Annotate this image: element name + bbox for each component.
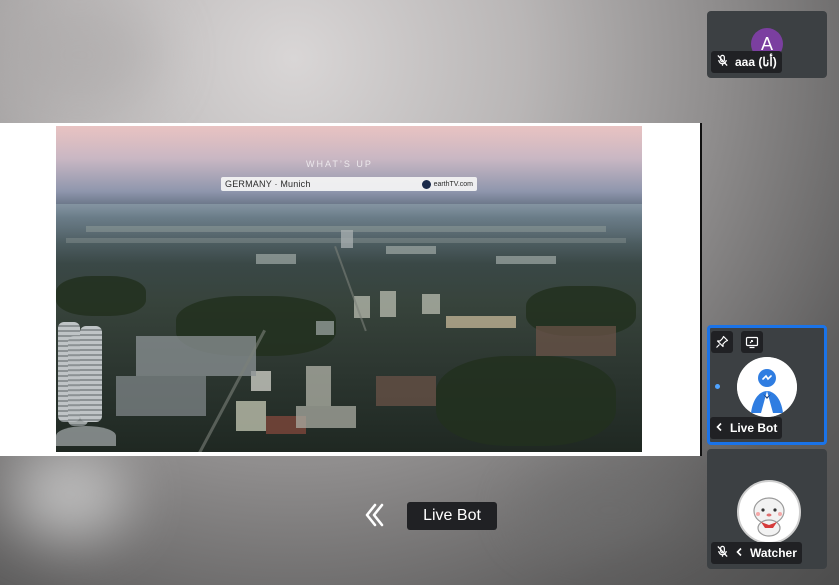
building [116, 376, 206, 416]
building [316, 321, 334, 335]
participant-name-chip: Live Bot [710, 417, 783, 439]
participant-name: Watcher [750, 546, 797, 560]
building [296, 406, 356, 428]
building [446, 316, 516, 328]
location-label: GERMANY · Munich [225, 179, 311, 189]
background-glow [10, 450, 130, 540]
background-glow [0, 0, 160, 110]
participant-name-chip: aaa (أنا) [711, 51, 782, 73]
city-video-frame: WHAT’S UP GERMANY · Munich earthTV.com [56, 126, 642, 452]
museum-bowl [56, 426, 116, 446]
rooftops [376, 376, 436, 406]
building [256, 254, 296, 264]
earth-logo-icon [421, 179, 431, 189]
video-watermark: WHAT’S UP [306, 159, 373, 169]
active-speaker-label: Live Bot [407, 502, 497, 530]
cartoon-avatar-icon [741, 484, 797, 540]
rooftops [536, 326, 616, 356]
participant-tile-watcher[interactable]: Watcher [707, 449, 827, 569]
tower-building [68, 336, 88, 426]
trees [56, 276, 146, 316]
background-glow [520, 470, 700, 550]
participant-tile-live-bot[interactable]: Live Bot [707, 325, 827, 445]
shared-screen[interactable]: WHAT’S UP GERMANY · Munich earthTV.com [0, 123, 702, 456]
building [496, 256, 556, 264]
present-to-all-button[interactable] [741, 331, 763, 353]
mic-off-icon [716, 545, 729, 561]
building [306, 366, 331, 406]
participant-name: Live Bot [730, 421, 778, 435]
building [386, 246, 436, 254]
collapse-chevron-icon[interactable] [361, 500, 387, 530]
building [380, 291, 396, 317]
participant-name-chip: Watcher [711, 542, 802, 564]
chevron-left-icon[interactable] [735, 546, 744, 560]
mic-off-icon [716, 54, 729, 70]
pin-icon [716, 335, 729, 348]
avatar [737, 357, 797, 417]
speaking-indicator [715, 384, 720, 389]
participant-name: aaa (أنا) [735, 55, 777, 69]
participant-tile-self[interactable]: A aaa (أنا) [707, 11, 827, 78]
avatar [737, 480, 801, 544]
building [341, 230, 353, 248]
location-banner: GERMANY · Munich earthTV.com [221, 177, 477, 191]
building [236, 401, 266, 431]
brand-label: earthTV.com [421, 179, 473, 189]
brand-text: earthTV.com [433, 180, 473, 188]
trees [436, 356, 616, 446]
bot-avatar-icon [737, 357, 797, 417]
building [422, 294, 440, 314]
building [136, 336, 256, 376]
chevron-left-icon[interactable] [715, 421, 724, 435]
pin-button[interactable] [711, 331, 733, 353]
screen-share-icon [745, 336, 759, 349]
